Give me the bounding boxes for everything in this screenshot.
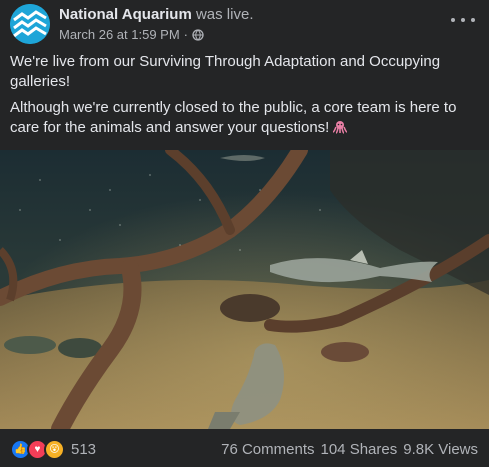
post-paragraph-2-text: Although we're currently closed to the p… [10, 99, 457, 136]
reactions-summary[interactable]: 👍 ♥ 😮 513 [10, 438, 97, 460]
post-body: We're live from our Surviving Through Ad… [10, 52, 480, 144]
meta-separator: · [183, 27, 189, 42]
post-footer: 👍 ♥ 😮 513 76 Comments 104 Shares 9.8K Vi… [0, 429, 489, 467]
post-timestamp[interactable]: March 26 at 1:59 PM [59, 27, 180, 43]
page-avatar[interactable] [10, 4, 50, 44]
more-options-icon[interactable] [451, 10, 475, 30]
post-header: National Aquarium was live. March 26 at … [0, 0, 489, 50]
facebook-post: National Aquarium was live. March 26 at … [0, 0, 489, 467]
more-dot [461, 18, 465, 22]
views-count: 9.8K Views [403, 441, 478, 458]
shares-link[interactable]: 104 Shares [321, 441, 398, 458]
live-status: was live. [195, 6, 254, 23]
more-dot [471, 18, 475, 22]
page-name-link[interactable]: National Aquarium [59, 6, 192, 23]
reaction-count: 513 [71, 440, 97, 458]
wow-icon: 😮 [44, 438, 65, 460]
comments-link[interactable]: 76 Comments [221, 441, 314, 458]
post-paragraph-1: We're live from our Surviving Through Ad… [10, 53, 441, 90]
post-author-line: National Aquarium was live. [59, 6, 254, 24]
octopus-icon [332, 120, 348, 134]
live-video-player[interactable] [0, 150, 489, 429]
post-meta: March 26 at 1:59 PM · [59, 27, 204, 43]
post-paragraph-2: Although we're currently closed to the p… [10, 98, 480, 138]
globe-icon [192, 29, 204, 41]
more-dot [451, 18, 455, 22]
engagement-stats: 76 Comments 104 Shares 9.8K Views [221, 441, 478, 458]
